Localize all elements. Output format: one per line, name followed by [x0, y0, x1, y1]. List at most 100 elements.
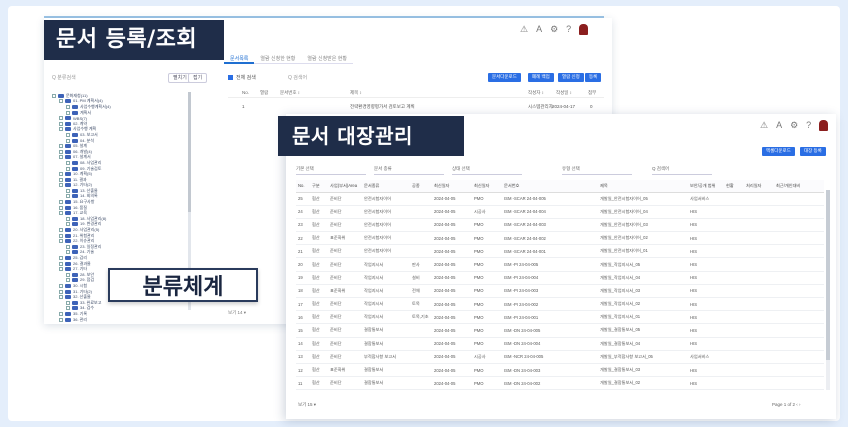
tree-toggle-icon[interactable]: [59, 317, 63, 322]
folder-icon: [65, 228, 71, 233]
filter-basic[interactable]: 기본 선택: [296, 166, 366, 175]
tree-toggle-icon[interactable]: [66, 160, 70, 165]
tree-toggle-icon[interactable]: [59, 183, 63, 188]
tab-document-list[interactable]: 문서목록: [224, 52, 255, 64]
settings-icon[interactable]: ⚙: [550, 24, 558, 35]
tree-toggle-icon[interactable]: [66, 272, 70, 277]
filter-doc-type[interactable]: 문서 종류: [374, 166, 444, 175]
tree-toggle-icon[interactable]: [59, 144, 63, 149]
filter-type[interactable]: 유형 선택: [562, 166, 632, 175]
font-icon[interactable]: A: [536, 24, 542, 35]
ledger-cell: [744, 231, 774, 246]
ledger-row[interactable]: 15 협산 준비단 결함통보서 2024-04-05 PMO ISM -DN 24-04-0…: [296, 323, 824, 338]
tree-item[interactable]: 36. 관리: [52, 317, 186, 323]
tree-toggle-icon[interactable]: [59, 311, 63, 316]
tree-toggle-icon[interactable]: [59, 116, 63, 121]
tree-toggle-icon[interactable]: [66, 222, 70, 227]
tree-toggle-icon[interactable]: [59, 239, 63, 244]
alert-icon[interactable]: ⚠: [760, 120, 768, 131]
user-avatar[interactable]: [819, 120, 829, 131]
tab-view-received[interactable]: 열람 신청받은 현황: [301, 52, 353, 64]
ledger-row[interactable]: 19 협산 준비단 작업지시서 설비 2024-04-05 PMO ISM -PI 24-04…: [296, 271, 824, 285]
tree-toggle-icon[interactable]: [66, 244, 70, 249]
ledger-row[interactable]: 18 협산 표준화위 작업지시서 전체 2024-04-05 PMO ISM -PI 24-0…: [296, 284, 824, 299]
ledger-row[interactable]: 23 협산 준비단 안전시험자이어 2024-04-05 PMO ISM -SCAR 24-…: [296, 218, 824, 233]
view-request-button[interactable]: 열람 신청: [558, 73, 584, 82]
ledger-cell: [724, 310, 744, 325]
ledger-row[interactable]: 13 협산 준비단 부적합사항 보고서 2024-04-05 시공사 ISM -NCR 24…: [296, 350, 824, 364]
excel-download-button[interactable]: 엑셀다운로드: [762, 147, 795, 156]
ledger-pagination[interactable]: Page 1 of 2 ‹ ›: [772, 402, 801, 407]
folder-icon: [65, 239, 71, 244]
tree-toggle-icon[interactable]: [66, 138, 70, 143]
tree-toggle-icon[interactable]: [66, 166, 70, 171]
ledger-cell: 개발일_결함통보서_04: [598, 337, 688, 351]
tree-toggle-icon[interactable]: [66, 300, 70, 305]
tree-toggle-icon[interactable]: [66, 194, 70, 199]
tree-toggle-icon[interactable]: [59, 256, 63, 261]
ledger-row[interactable]: 12 협산 표준화위 결함통보서 2024-04-05 PMO ISM -DN 24-04-…: [296, 363, 824, 378]
tree-toggle-icon[interactable]: [59, 205, 63, 210]
tab-view-requested[interactable]: 열람 신청한 현황: [254, 52, 302, 64]
doc-download-button[interactable]: 문서다운로드: [488, 73, 521, 82]
ledger-cell: ISM -DN 24-04-004: [502, 337, 598, 351]
ledger-scrollbar[interactable]: [826, 190, 830, 390]
font-icon[interactable]: A: [776, 120, 782, 131]
tree-toggle-icon[interactable]: [59, 155, 63, 160]
tree-toggle-icon[interactable]: [59, 289, 63, 294]
ledger-cell: [724, 244, 744, 259]
tree-toggle-icon[interactable]: [66, 132, 70, 137]
register-button[interactable]: 등록: [585, 73, 602, 82]
tree-toggle-icon[interactable]: [59, 99, 63, 104]
tree-toggle-icon[interactable]: [59, 228, 63, 233]
ledger-register-button[interactable]: 대장 등록: [800, 147, 826, 156]
select-all-checkbox[interactable]: [228, 75, 233, 80]
user-avatar[interactable]: [579, 24, 589, 35]
tree-toggle-icon[interactable]: [59, 149, 63, 154]
tree-toggle-icon[interactable]: [59, 127, 63, 132]
tree-toggle-icon[interactable]: [66, 188, 70, 193]
ledger-row[interactable]: 11 협산 준비단 결함통보서 2024-04-05 PMO ISM -DN 24-04-0…: [296, 376, 824, 391]
ledger-row[interactable]: 16 협산 준비단 작업지시서 토목,기초 2024-04-05 PMO ISM -PI 24…: [296, 310, 824, 325]
tree-toggle-icon[interactable]: [59, 261, 63, 266]
ledger-row[interactable]: 17 협산 준비단 작업지시서 토목 2024-04-05 PMO ISM -PI 24-04…: [296, 297, 824, 312]
ledger-cell: ISM -DN 24-04-002: [502, 376, 598, 391]
doc-search-input[interactable]: Q 검색어: [288, 74, 307, 81]
settings-icon[interactable]: ⚙: [790, 120, 798, 131]
ledger-row[interactable]: 20 협산 준비단 작업지시서 판사 2024-04-05 PMO ISM -PI 24-04…: [296, 257, 824, 272]
ledger-search-input[interactable]: Q 검색어: [652, 166, 712, 175]
tree-toggle-icon[interactable]: [59, 177, 63, 182]
filter-status[interactable]: 상태 선택: [452, 166, 522, 175]
tree-toggle-icon[interactable]: [66, 278, 70, 283]
tree-toggle-icon[interactable]: [66, 104, 70, 109]
tree-toggle-icon[interactable]: [66, 110, 70, 115]
tree-toggle-icon[interactable]: [59, 172, 63, 177]
ledger-row[interactable]: 22 협산 표준화위 안전시험자이어 2024-04-05 PMO ISM -SCAR 24…: [296, 231, 824, 246]
tree-toggle-icon[interactable]: [59, 295, 63, 300]
back-table-row[interactable]: 1 전략환경영향평가서 검토보고 계획 시스템관리자 2024-04-17 0: [228, 104, 604, 112]
tree-toggle-icon[interactable]: [59, 283, 63, 288]
back-page-size[interactable]: 보기 14 ▾: [228, 310, 246, 316]
tree-toggle-icon[interactable]: [52, 93, 56, 98]
ledger-cell: [724, 284, 744, 299]
tree-toggle-icon[interactable]: [59, 267, 63, 272]
help-icon[interactable]: ?: [806, 120, 811, 131]
ledger-row[interactable]: 21 협산 준비단 안전시험자이어 2024-04-05 PMO ISM -SCAR 24-…: [296, 244, 824, 259]
tree-toggle-icon[interactable]: [59, 200, 63, 205]
tree-toggle-icon[interactable]: [66, 216, 70, 221]
ledger-row[interactable]: 24 협산 준비단 안전시험자이어 2024-04-05 시공사 ISM -SCAR 24-…: [296, 205, 824, 219]
tree-toggle-icon[interactable]: [66, 306, 70, 311]
ledger-cell: [744, 376, 774, 391]
backup-button[interactable]: 폐례 백업: [528, 73, 554, 82]
tree-toggle-icon[interactable]: [59, 211, 63, 216]
ledger-row[interactable]: 25 협산 준비단 안전시험자이어 2024-04-05 PMO ISM -SCAR 24-…: [296, 192, 824, 206]
tree-toggle-icon[interactable]: [66, 250, 70, 255]
ledger-page-size[interactable]: 보기 15 ▾: [298, 402, 316, 408]
tree-toggle-icon[interactable]: [59, 233, 63, 238]
help-icon[interactable]: ?: [566, 24, 571, 35]
ledger-row[interactable]: 14 협산 준비단 결함통보서 2024-04-05 PMO ISM -DN 24-04-0…: [296, 337, 824, 351]
tree-toggle-icon[interactable]: [59, 121, 63, 126]
alert-icon[interactable]: ⚠: [520, 24, 528, 35]
collapse-button[interactable]: 접기: [188, 73, 208, 83]
ledger-cell: 협산: [310, 323, 328, 338]
